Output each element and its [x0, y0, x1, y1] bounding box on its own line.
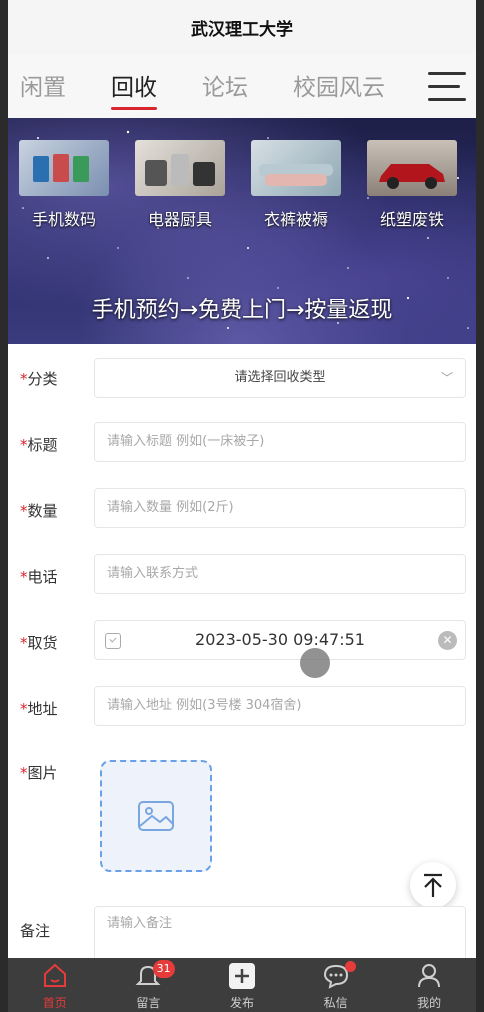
tabbar-label: 留言 — [136, 996, 161, 1010]
category-select[interactable]: 请选择回收类型 ﹀ — [94, 358, 466, 398]
tabbar-label: 我的 — [417, 996, 442, 1010]
arrow-up-icon — [424, 873, 442, 897]
category-label: 衣裤被褥 — [263, 210, 328, 229]
back-to-top-button[interactable] — [410, 862, 456, 908]
home-icon — [43, 963, 66, 987]
pickup-label: *取货 — [20, 634, 58, 652]
plus-icon — [228, 963, 255, 989]
tab-idle[interactable]: 闲置 — [20, 68, 66, 102]
title-input[interactable]: 请输入标题 例如(一床被子) — [94, 422, 466, 462]
phone-label: *电话 — [20, 568, 58, 586]
category-appliances[interactable]: 电器厨具 — [132, 140, 228, 230]
image-upload-button[interactable] — [100, 760, 212, 872]
recycle-banner: 手机数码 电器厨具 衣裤被褥 纸塑废铁 手机预约→免费上门→按量返现 — [8, 118, 476, 344]
clear-icon[interactable]: ✕ — [438, 631, 457, 650]
category-label: 电器厨具 — [147, 210, 212, 229]
clothing-image — [251, 140, 341, 196]
tab-forum[interactable]: 论坛 — [202, 68, 248, 102]
tab-recycle[interactable]: 回收 — [111, 68, 157, 110]
address-label: *地址 — [20, 700, 58, 718]
category-clothing[interactable]: 衣裤被褥 — [248, 140, 344, 230]
user-icon — [418, 964, 441, 988]
quantity-input[interactable]: 请输入数量 例如(2斤) — [94, 488, 466, 528]
banner-slogan: 手机预约→免费上门→按量返现 — [91, 298, 393, 323]
top-tabs: 闲置 回收 论坛 校园风云 — [8, 54, 476, 118]
appliances-image — [135, 140, 225, 196]
tabbar-messages[interactable]: 31 留言 — [102, 958, 196, 1012]
pickup-datetime-picker[interactable]: 2023-05-30 09:47:51 ✕ — [94, 620, 466, 660]
image-icon — [138, 801, 174, 831]
notes-label: 备注 — [20, 922, 51, 940]
phones-image — [19, 140, 109, 196]
tabbar-label: 首页 — [42, 996, 67, 1010]
chevron-down-icon: ﹀ — [440, 371, 453, 385]
address-input[interactable]: 请输入地址 例如(3号楼 304宿舍) — [94, 686, 466, 726]
category-scrap[interactable]: 纸塑废铁 — [364, 140, 460, 230]
unread-dot — [344, 961, 356, 972]
menu-icon[interactable] — [428, 72, 466, 102]
category-label: 纸塑废铁 — [379, 210, 444, 229]
app-header: 武汉理工大学 — [8, 0, 476, 54]
scrap-image — [367, 140, 457, 196]
images-label: *图片 — [20, 764, 58, 782]
notes-textarea[interactable]: 请输入备注 — [94, 906, 466, 966]
tabbar-label: 私信 — [323, 996, 348, 1010]
page-title: 武汉理工大学 — [191, 19, 293, 40]
app-screen: 武汉理工大学 闲置 回收 论坛 校园风云 手机数码 电器厨具 衣裤被褥 纸塑废铁… — [8, 0, 476, 1012]
tabbar-home[interactable]: 首页 — [8, 958, 102, 1012]
tabbar-label: 发布 — [229, 996, 254, 1010]
pickup-datetime-value: 2023-05-30 09:47:51 — [195, 630, 365, 649]
tabbar-publish[interactable]: 发布 — [195, 958, 289, 1012]
message-count-badge: 31 — [152, 960, 175, 978]
phone-input[interactable]: 请输入联系方式 — [94, 554, 466, 594]
quantity-label: *数量 — [20, 502, 58, 520]
category-label: 手机数码 — [31, 210, 96, 229]
tabbar-private-messages[interactable]: 私信 — [289, 958, 383, 1012]
bottom-tabbar: 首页 31 留言 发布 私信 我的 — [8, 958, 476, 1012]
tab-campus-news[interactable]: 校园风云 — [293, 68, 385, 102]
title-label: *标题 — [20, 436, 58, 454]
category-label: *分类 — [20, 370, 58, 388]
tabbar-profile[interactable]: 我的 — [382, 958, 476, 1012]
touch-cursor-indicator — [300, 648, 330, 678]
category-phones[interactable]: 手机数码 — [16, 140, 112, 230]
